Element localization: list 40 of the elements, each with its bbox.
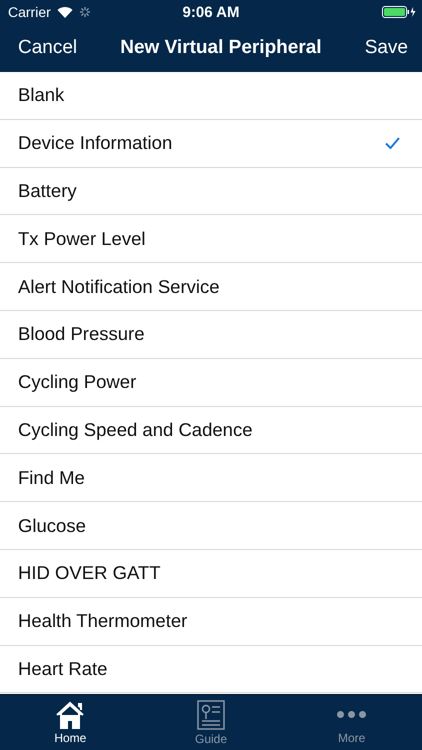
tab-bar-item[interactable]: Guide (140, 695, 282, 750)
service-list-item[interactable]: Device Information (0, 120, 422, 168)
battery-charging-icon (382, 6, 416, 18)
service-label: Battery (18, 180, 78, 202)
service-list-item[interactable]: Cycling Speed and Cadence (0, 406, 422, 454)
service-list-item[interactable]: Health Thermometer (0, 598, 422, 646)
home-icon (55, 700, 86, 728)
save-button[interactable]: Save (364, 37, 408, 59)
service-list-item[interactable]: Battery (0, 168, 422, 216)
cancel-button[interactable]: Cancel (18, 37, 78, 59)
service-label: HID OVER GATT (18, 562, 162, 584)
service-list-item[interactable]: Blood Pressure (0, 310, 422, 359)
service-list-item[interactable]: Heart Rate (0, 646, 422, 694)
more-icon (337, 710, 366, 718)
activity-spinner-icon (78, 6, 91, 18)
service-label: Cycling Speed and Cadence (18, 418, 254, 441)
service-label: Find Me (18, 466, 86, 489)
service-label: Device Information (18, 132, 174, 154)
service-label: Alert Notification Service (18, 276, 221, 298)
service-list-item[interactable]: Tx Power Level (0, 215, 422, 264)
service-list-item[interactable]: Blank (0, 72, 422, 120)
service-label: Health Thermometer (18, 610, 188, 632)
service-label: Tx Power Level (18, 228, 146, 250)
service-label: Heart Rate (18, 658, 108, 680)
service-list-item[interactable]: Glucose (0, 502, 422, 550)
clock-time: 9:06 AM (182, 4, 240, 20)
service-label: Blank (18, 84, 66, 106)
carrier-label: Carrier (8, 4, 51, 20)
service-label: Blood Pressure (18, 323, 146, 346)
service-list-item[interactable]: Cycling Power (0, 358, 422, 407)
wifi-icon (56, 6, 73, 18)
tab-bar-item[interactable]: More (281, 695, 422, 750)
service-label: Cycling Power (18, 371, 138, 394)
service-list-item[interactable]: HID OVER GATT (0, 550, 422, 598)
document-icon (197, 700, 225, 730)
screen-title: New Virtual Peripheral (120, 37, 322, 59)
service-label: Glucose (18, 514, 87, 537)
service-list-item[interactable]: Find Me (0, 454, 422, 502)
service-list-item[interactable]: Alert Notification Service (0, 263, 422, 311)
tab-bar-item[interactable]: Home (0, 695, 141, 750)
